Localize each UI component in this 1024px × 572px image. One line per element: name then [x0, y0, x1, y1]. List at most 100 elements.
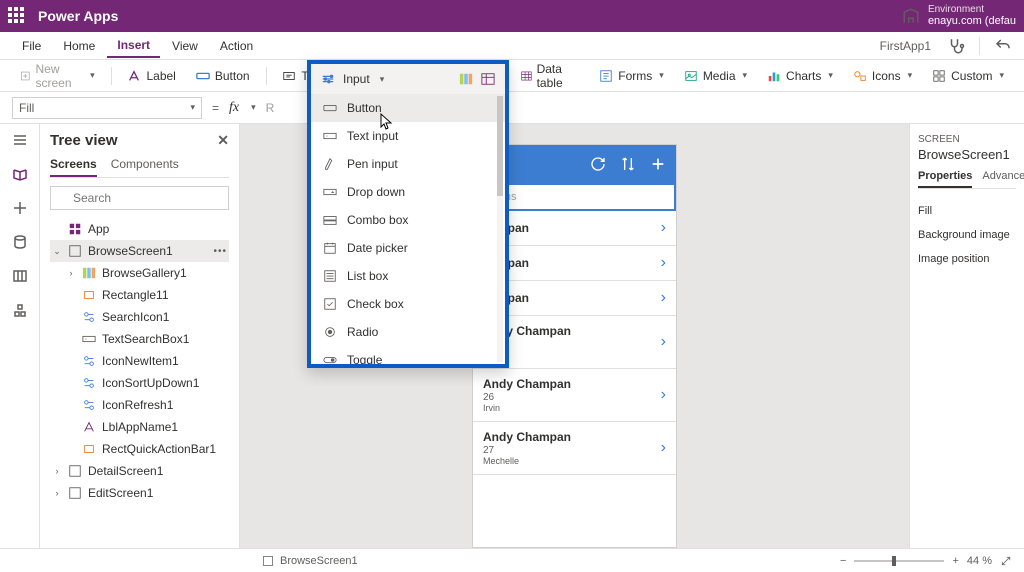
data-table-button[interactable]: Data table: [513, 58, 588, 94]
tab-advanced[interactable]: Advanced: [982, 170, 1024, 188]
app-title: Power Apps: [38, 8, 118, 24]
new-screen-button[interactable]: New screen▾: [12, 58, 103, 94]
menu-view[interactable]: View: [162, 35, 208, 57]
tree-item[interactable]: IconRefresh1: [64, 394, 229, 416]
zoom-plus[interactable]: +: [952, 555, 958, 567]
data-icon[interactable]: [12, 234, 28, 250]
sort-icon[interactable]: [620, 156, 636, 172]
screen-icon: [68, 244, 82, 258]
listbox-icon: [323, 269, 337, 283]
dropdown-item-list-box[interactable]: List box: [311, 262, 505, 290]
waffle-icon[interactable]: [8, 7, 26, 25]
plus-icon[interactable]: [12, 200, 28, 216]
plus-icon[interactable]: [650, 156, 666, 172]
comp-icon: [82, 354, 96, 368]
tree-app-root[interactable]: App: [50, 218, 229, 240]
expand-icon[interactable]: [1000, 555, 1012, 567]
prop-fill[interactable]: Fill: [918, 199, 1016, 223]
hamburger-icon[interactable]: [12, 132, 28, 148]
text-icon: [282, 69, 296, 83]
comp-icon: [82, 310, 96, 324]
props-title: BrowseScreen1: [918, 147, 1016, 162]
menu-bar: File Home Insert View Action FirstApp1: [0, 32, 1024, 60]
tree-item[interactable]: Rectangle11: [64, 284, 229, 306]
menu-action[interactable]: Action: [210, 35, 263, 57]
more-icon[interactable]: •••: [213, 246, 227, 257]
tree-item[interactable]: TextSearchBox1: [64, 328, 229, 350]
comp-icon: [82, 376, 96, 390]
data-table-icon: [481, 72, 495, 86]
chevron-right-icon: ›: [661, 219, 666, 237]
dropdown-item-button[interactable]: Button: [311, 94, 505, 122]
rect-icon: [82, 288, 96, 302]
environment-block[interactable]: Environment enayu.com (defau: [928, 4, 1016, 27]
gallery-icon: [459, 72, 473, 86]
media-rail-icon[interactable]: [12, 268, 28, 284]
date-icon: [323, 241, 337, 255]
input-dropdown: Input▾ ButtonText inputPen inputDrop dow…: [307, 60, 509, 368]
chevron-down-icon[interactable]: ▾: [251, 102, 256, 113]
prop-bgimage[interactable]: Background image: [918, 223, 1016, 247]
textbox-icon: [82, 332, 96, 346]
refresh-icon[interactable]: [590, 156, 606, 172]
separator: [979, 37, 980, 55]
dropdown-scrollbar[interactable]: [497, 96, 503, 362]
expand-icon[interactable]: ›: [52, 466, 62, 476]
tree-search-input[interactable]: [50, 186, 229, 210]
tab-components[interactable]: Components: [111, 157, 179, 177]
undo-icon[interactable]: [994, 37, 1012, 55]
dropdown-header[interactable]: Input▾: [311, 64, 505, 94]
combo-icon: [323, 213, 337, 227]
collapse-icon[interactable]: ⌄: [52, 246, 62, 257]
tree-view-icon[interactable]: [12, 166, 28, 182]
tab-screens[interactable]: Screens: [50, 157, 97, 177]
tools-icon[interactable]: [12, 302, 28, 318]
expand-icon[interactable]: ›: [66, 268, 76, 278]
tab-properties[interactable]: Properties: [918, 170, 972, 188]
menu-insert[interactable]: Insert: [107, 34, 160, 58]
dropdown-item-combo-box[interactable]: Combo box: [311, 206, 505, 234]
status-bar: BrowseScreen1 − + 44 %: [0, 548, 1024, 572]
environment-icon: [902, 7, 920, 25]
button-button[interactable]: Button: [188, 65, 258, 87]
tree-browsescreen1[interactable]: ⌄ BrowseScreen1 •••: [50, 240, 229, 262]
label-icon: [82, 420, 96, 434]
tree-detailscreen1[interactable]: ›DetailScreen1: [50, 460, 229, 482]
custom-button[interactable]: Custom▾: [924, 65, 1012, 87]
dropdown-item-pen-input[interactable]: Pen input: [311, 150, 505, 178]
tree-panel: Tree view ✕ Screens Components App ⌄ Bro…: [40, 124, 240, 548]
dropdown-item-radio[interactable]: Radio: [311, 318, 505, 346]
icons-button[interactable]: Icons▾: [845, 65, 920, 87]
dropdown-item-check-box[interactable]: Check box: [311, 290, 505, 318]
zoom-value: 44 %: [967, 555, 992, 567]
tree-item[interactable]: LblAppName1: [64, 416, 229, 438]
menu-home[interactable]: Home: [53, 35, 105, 57]
tree-item[interactable]: SearchIcon1: [64, 306, 229, 328]
dropdown-item-date-picker[interactable]: Date picker: [311, 234, 505, 262]
media-button[interactable]: Media▾: [676, 65, 755, 87]
label-button[interactable]: Label: [119, 65, 183, 87]
app-header: Power Apps Environment enayu.com (defau: [0, 0, 1024, 32]
dropdown-item-toggle[interactable]: Toggle: [311, 346, 505, 364]
stethoscope-icon[interactable]: [947, 37, 965, 55]
tree-item[interactable]: RectQuickActionBar1: [64, 438, 229, 460]
fx-label: fx: [229, 100, 239, 116]
gallery-item[interactable]: Andy Champan27Mechelle›: [473, 422, 676, 475]
dropdown-item-drop-down[interactable]: Drop down: [311, 178, 505, 206]
charts-button[interactable]: Charts▾: [759, 65, 841, 87]
tree-item[interactable]: ›BrowseGallery1: [64, 262, 229, 284]
property-select[interactable]: Fill ▾: [12, 97, 202, 119]
menu-file[interactable]: File: [12, 35, 51, 57]
tree-item[interactable]: IconSortUpDown1: [64, 372, 229, 394]
zoom-minus[interactable]: −: [840, 555, 846, 567]
prop-imagepos[interactable]: Image position: [918, 247, 1016, 271]
dropdown-item-text-input[interactable]: Text input: [311, 122, 505, 150]
expand-icon[interactable]: ›: [52, 488, 62, 498]
zoom-slider[interactable]: [854, 560, 944, 562]
tree-item[interactable]: IconNewItem1: [64, 350, 229, 372]
chevron-right-icon: ›: [661, 386, 666, 404]
forms-button[interactable]: Forms▾: [591, 65, 672, 87]
tree-editscreen1[interactable]: ›EditScreen1: [50, 482, 229, 504]
close-icon[interactable]: ✕: [217, 132, 229, 149]
gallery-item[interactable]: Andy Champan26Irvin›: [473, 369, 676, 422]
